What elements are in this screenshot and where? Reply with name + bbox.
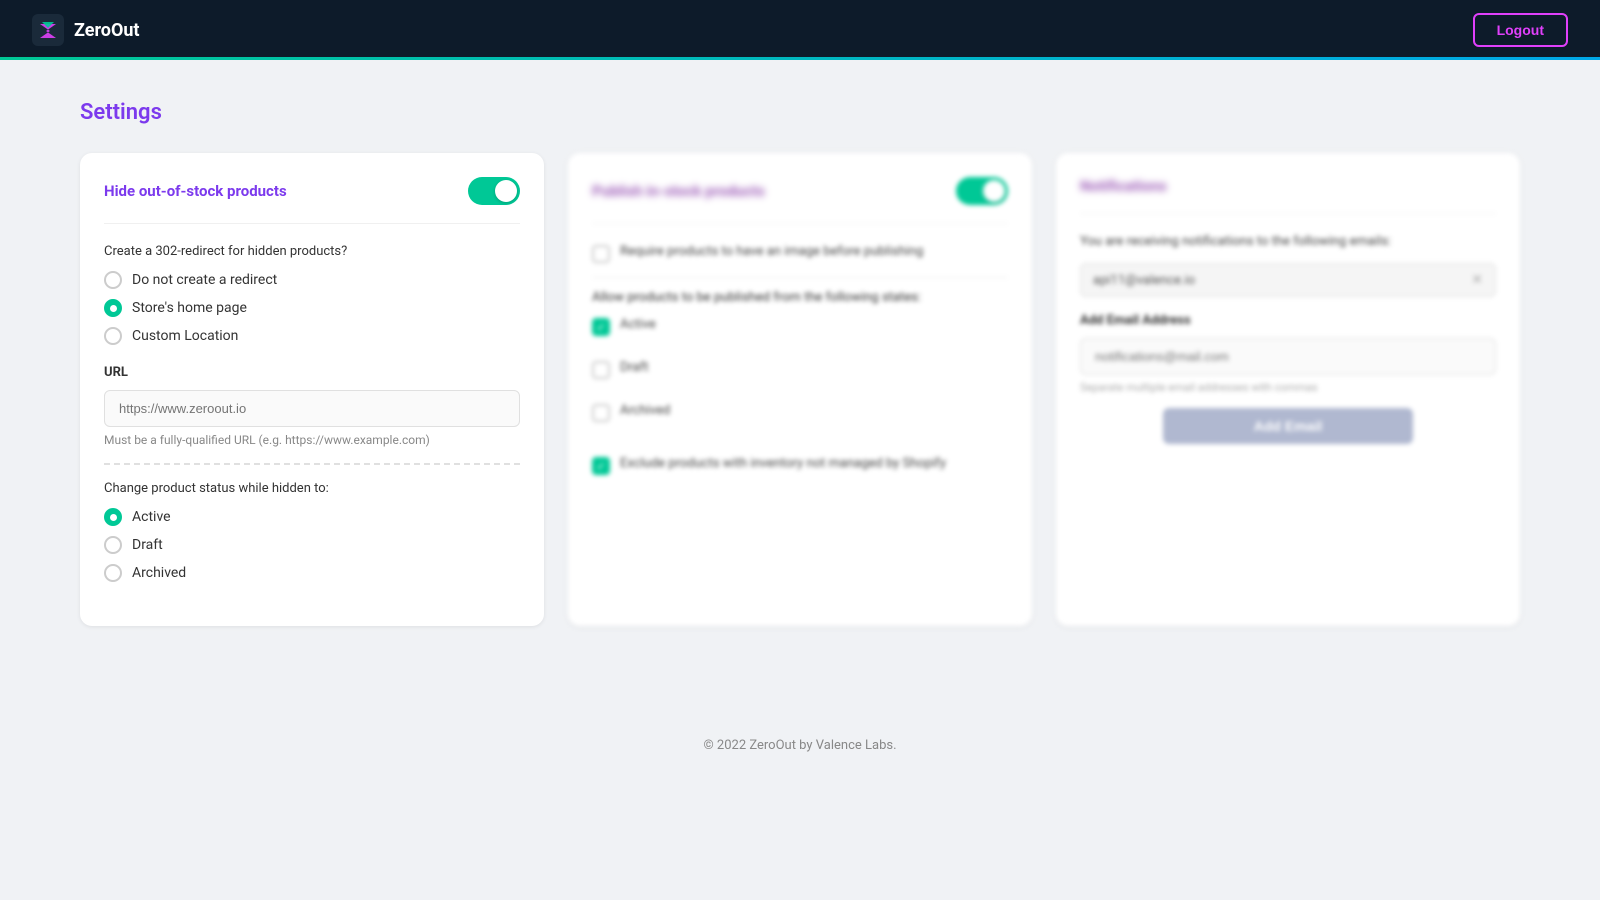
state-active-checkbox: ✓ bbox=[592, 318, 610, 336]
card2-title: Publish in-stock products bbox=[592, 182, 765, 200]
state-active-label: Active bbox=[620, 317, 656, 332]
hide-out-of-stock-card: Hide out-of-stock products Create a 302-… bbox=[80, 153, 544, 626]
state-draft-checkbox bbox=[592, 361, 610, 379]
radio-draft-label: Draft bbox=[132, 537, 163, 553]
divider bbox=[104, 463, 520, 465]
add-email-button: Add Email bbox=[1163, 408, 1413, 444]
add-email-input bbox=[1080, 338, 1496, 375]
state-archived-checkbox bbox=[592, 404, 610, 422]
zeroout-logo-icon bbox=[32, 14, 64, 46]
radio-archived-label: Archived bbox=[132, 565, 186, 581]
radio-custom-location[interactable]: Custom Location bbox=[104, 327, 520, 345]
card2-divider bbox=[592, 277, 1008, 278]
require-image-label: Require products to have an image before… bbox=[620, 244, 923, 259]
card2-states-group: ✓ Active Draft Archived bbox=[592, 317, 1008, 436]
state-archived: Archived bbox=[592, 403, 1008, 422]
status-question: Change product status while hidden to: bbox=[104, 481, 520, 496]
existing-email-chip: api11@valence.io ✕ bbox=[1080, 263, 1496, 297]
footer: © 2022 ZeroOut by Valence Labs. bbox=[0, 706, 1600, 785]
radio-no-redirect-circle[interactable] bbox=[104, 271, 122, 289]
receiving-text: You are receiving notifications to the f… bbox=[1080, 234, 1496, 249]
redirect-radio-group: Do not create a redirect Store's home pa… bbox=[104, 271, 520, 345]
footer-text: © 2022 ZeroOut by Valence Labs. bbox=[703, 738, 896, 753]
require-image-item: Require products to have an image before… bbox=[592, 244, 1008, 263]
card1-toggle-knob bbox=[495, 180, 517, 202]
require-image-checkbox bbox=[592, 245, 610, 263]
radio-archived[interactable]: Archived bbox=[104, 564, 520, 582]
publish-in-stock-card: Publish in-stock products Require produc… bbox=[568, 153, 1032, 626]
exclude-label: Exclude products with inventory not mana… bbox=[620, 456, 946, 471]
add-email-hint: Separate multiple email addresses with c… bbox=[1080, 381, 1496, 394]
radio-custom-location-circle[interactable] bbox=[104, 327, 122, 345]
header: ZeroOut Logout bbox=[0, 0, 1600, 60]
card3-title: Notifications bbox=[1080, 177, 1167, 195]
card1-header: Hide out-of-stock products bbox=[104, 177, 520, 224]
state-draft: Draft bbox=[592, 360, 1008, 379]
remove-email-icon: ✕ bbox=[1471, 272, 1483, 288]
url-label: URL bbox=[104, 365, 520, 380]
exclude-item: ✓ Exclude products with inventory not ma… bbox=[592, 456, 1008, 475]
state-active: ✓ Active bbox=[592, 317, 1008, 336]
radio-no-redirect-label: Do not create a redirect bbox=[132, 272, 277, 288]
radio-active[interactable]: Active bbox=[104, 508, 520, 526]
card1-title: Hide out-of-stock products bbox=[104, 182, 287, 200]
card2-toggle-knob bbox=[983, 180, 1005, 202]
radio-home-page-circle[interactable] bbox=[104, 299, 122, 317]
exclude-checkbox: ✓ bbox=[592, 457, 610, 475]
radio-home-page[interactable]: Store's home page bbox=[104, 299, 520, 317]
url-input[interactable] bbox=[104, 390, 520, 427]
existing-email-value: api11@valence.io bbox=[1093, 273, 1195, 288]
radio-custom-location-label: Custom Location bbox=[132, 328, 238, 344]
radio-active-label: Active bbox=[132, 509, 171, 525]
state-draft-label: Draft bbox=[620, 360, 649, 375]
notifications-card: Notifications You are receiving notifica… bbox=[1056, 153, 1520, 626]
status-radio-group: Active Draft Archived bbox=[104, 508, 520, 582]
logo-text: ZeroOut bbox=[74, 20, 140, 41]
card3-header: Notifications bbox=[1080, 177, 1496, 214]
publish-from-label: Allow products to be published from the … bbox=[592, 290, 1008, 305]
radio-archived-circle[interactable] bbox=[104, 564, 122, 582]
radio-draft[interactable]: Draft bbox=[104, 536, 520, 554]
card2-toggle bbox=[956, 177, 1008, 205]
redirect-question: Create a 302-redirect for hidden product… bbox=[104, 244, 520, 259]
url-hint: Must be a fully-qualified URL (e.g. http… bbox=[104, 433, 520, 447]
add-email-label: Add Email Address bbox=[1080, 313, 1496, 328]
radio-home-page-label: Store's home page bbox=[132, 300, 247, 316]
radio-no-redirect[interactable]: Do not create a redirect bbox=[104, 271, 520, 289]
card2-header: Publish in-stock products bbox=[592, 177, 1008, 224]
main-content: Settings Hide out-of-stock products Crea… bbox=[0, 60, 1600, 666]
page-title: Settings bbox=[80, 100, 1520, 125]
cards-row: Hide out-of-stock products Create a 302-… bbox=[80, 153, 1520, 626]
state-archived-label: Archived bbox=[620, 403, 670, 418]
radio-active-circle[interactable] bbox=[104, 508, 122, 526]
logout-button[interactable]: Logout bbox=[1473, 13, 1568, 47]
radio-draft-circle[interactable] bbox=[104, 536, 122, 554]
card1-toggle[interactable] bbox=[468, 177, 520, 205]
logo: ZeroOut bbox=[32, 14, 140, 46]
